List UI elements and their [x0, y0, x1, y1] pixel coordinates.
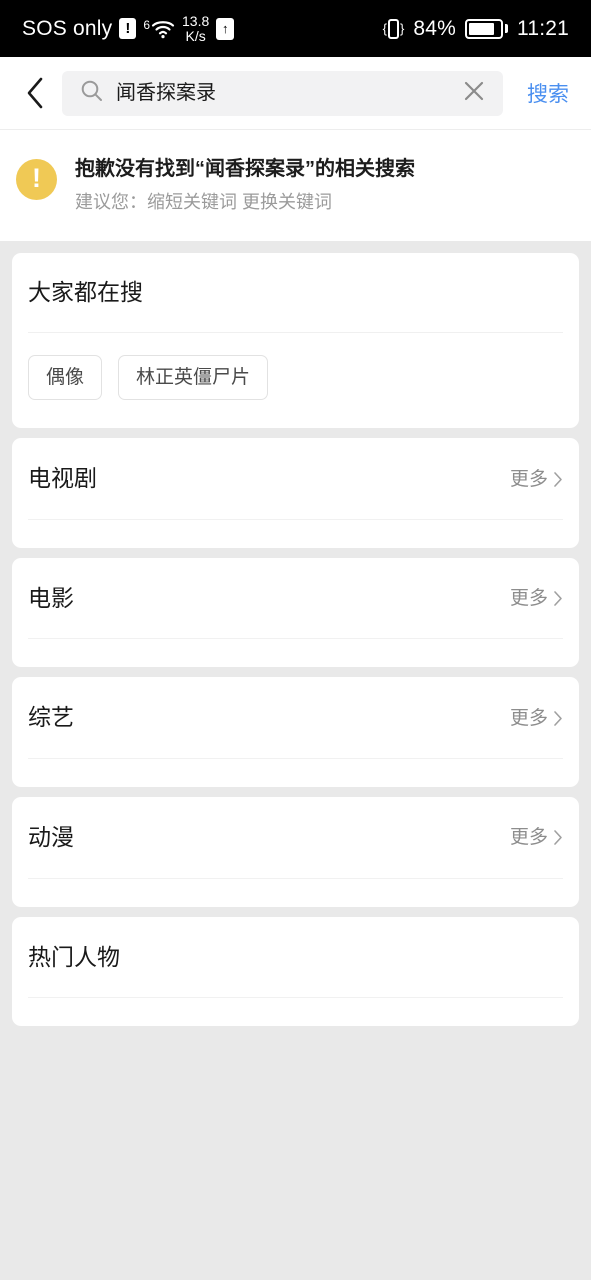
search-query-text[interactable]: 闻香探案录 — [116, 83, 448, 103]
wifi-icon: 6 — [143, 18, 175, 40]
category-items — [28, 879, 563, 907]
category-card-anime: 动漫 更多 — [12, 797, 579, 907]
more-link[interactable]: 更多 — [510, 709, 563, 728]
battery-icon — [465, 18, 508, 39]
chevron-right-icon — [554, 710, 562, 726]
category-card-variety: 综艺 更多 — [12, 677, 579, 788]
carrier-label: SOS only — [22, 17, 113, 40]
more-label: 更多 — [509, 588, 548, 610]
hot-search-title: 大家都在搜 — [28, 278, 143, 305]
network-speed: 13.8 K/s — [182, 14, 209, 43]
no-result-notice: ! 抱歉没有找到“闻香探案录”的相关搜索 建议您：缩短关键词 更换关键词 — [0, 130, 591, 241]
no-result-message: 抱歉没有找到“闻香探案录”的相关搜索 — [75, 158, 415, 180]
hot-search-tag[interactable]: 林正英僵尸片 — [118, 355, 269, 401]
warning-icon: ! — [16, 159, 57, 200]
search-icon — [80, 79, 103, 107]
speed-unit: K/s — [185, 27, 206, 44]
close-icon[interactable] — [461, 78, 487, 109]
category-title: 电影 — [28, 584, 74, 611]
category-items — [28, 520, 563, 548]
category-title: 电视剧 — [28, 465, 97, 492]
battery-percent-label: 84% — [413, 17, 456, 40]
network-gen-label: 6 — [143, 17, 150, 32]
speed-value: 13.8 — [182, 12, 210, 29]
chevron-right-icon — [554, 471, 562, 487]
status-bar-left: SOS only ! 6 13.8 K/s ↑ — [22, 14, 235, 43]
app-screen: SOS only ! 6 13.8 K/s ↑ { } 84% 11:21 闻香… — [0, 0, 591, 1280]
category-items — [28, 759, 563, 787]
back-chevron-icon[interactable] — [22, 73, 48, 113]
no-result-suggestion: 建议您：缩短关键词 更换关键词 — [75, 192, 332, 212]
more-label: 更多 — [509, 468, 548, 490]
vibrate-icon: { } — [383, 18, 404, 39]
search-input[interactable]: 闻香探案录 — [62, 70, 503, 116]
category-items — [28, 998, 563, 1026]
more-link[interactable]: 更多 — [510, 589, 563, 608]
chevron-right-icon — [554, 591, 562, 606]
content-area: 大家都在搜 偶像 林正英僵尸片 电视剧 更多 电影 更多 综艺 更多 动漫 更多… — [0, 240, 591, 1280]
category-items — [28, 639, 563, 667]
category-title: 热门人物 — [28, 943, 120, 970]
search-header: 闻香探案录 搜索 — [0, 57, 591, 129]
hot-search-card: 大家都在搜 偶像 林正英僵尸片 — [12, 252, 579, 429]
upload-icon: ↑ — [216, 17, 235, 40]
more-link[interactable]: 更多 — [510, 470, 563, 489]
category-card-movie: 电影 更多 — [12, 557, 579, 668]
search-submit-button[interactable]: 搜索 — [517, 78, 575, 108]
more-link[interactable]: 更多 — [510, 828, 563, 847]
clock-label: 11:21 — [517, 17, 569, 40]
alert-icon: ! — [119, 18, 137, 39]
status-bar: SOS only ! 6 13.8 K/s ↑ { } 84% 11:21 — [0, 0, 591, 57]
category-title: 动漫 — [28, 824, 74, 851]
more-label: 更多 — [509, 707, 548, 729]
more-label: 更多 — [509, 827, 548, 849]
category-title: 综艺 — [28, 704, 74, 731]
category-card-people: 热门人物 — [12, 916, 579, 1027]
chevron-right-icon — [554, 830, 562, 846]
hot-search-tag-list: 偶像 林正英僵尸片 — [28, 333, 563, 401]
status-bar-right: { } 84% 11:21 — [383, 18, 569, 39]
category-card-tv: 电视剧 更多 — [12, 438, 579, 548]
hot-search-tag[interactable]: 偶像 — [28, 355, 103, 401]
